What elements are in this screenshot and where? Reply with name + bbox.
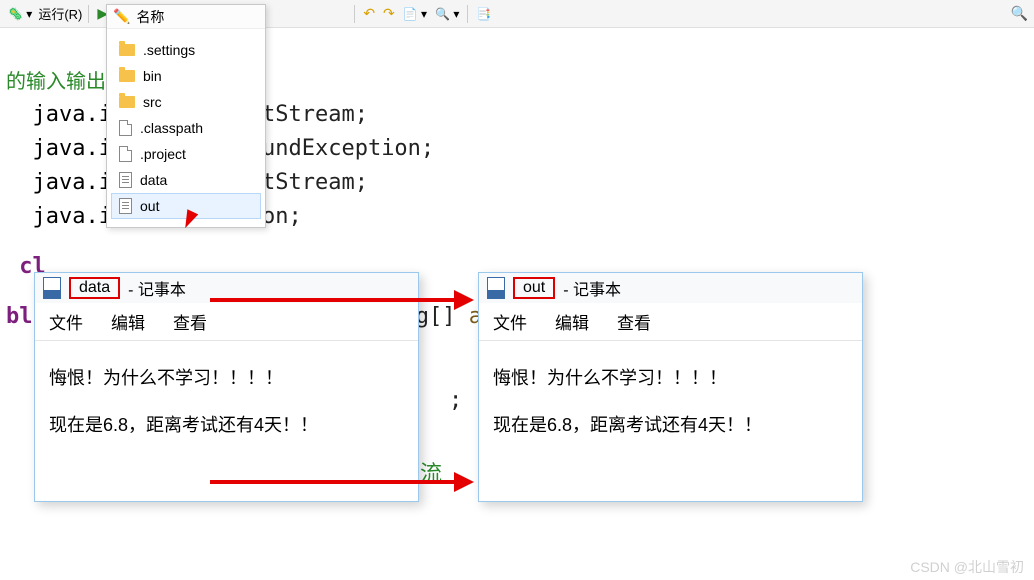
menu-run-fragment[interactable]: 运行(R) <box>38 4 82 23</box>
file-icon <box>119 120 132 136</box>
notepad-app-suffix: - 记事本 <box>563 276 621 300</box>
perspective-icon[interactable]: 📄 ▾ <box>401 5 429 23</box>
folder-icon <box>119 96 135 108</box>
file-item-src[interactable]: src <box>111 89 261 115</box>
notepad-out-window[interactable]: out - 记事本 文件 编辑 查看 悔恨！为什么不学习！！！！ 现在是6.8，… <box>478 272 863 502</box>
file-icon <box>119 146 132 162</box>
notepad-menu: 文件 编辑 查看 <box>35 303 418 341</box>
file-dropdown[interactable]: ✏️ 名称 .settings bin src .classpath .proj… <box>106 4 266 228</box>
file-item-bin[interactable]: bin <box>111 63 261 89</box>
folder-icon <box>119 70 135 82</box>
file-item-classpath[interactable]: .classpath <box>111 115 261 141</box>
notepad-data-window[interactable]: data - 记事本 文件 编辑 查看 悔恨！为什么不学习！！！！ 现在是6.8… <box>34 272 419 502</box>
dropdown-header-label: 名称 <box>136 7 164 27</box>
pencil-icon: ✏️ <box>113 8 130 25</box>
notepad-menu: 文件 编辑 查看 <box>479 303 862 341</box>
separator <box>88 5 89 23</box>
separator <box>354 5 355 23</box>
notepad-body[interactable]: 悔恨！为什么不学习！！！！ 现在是6.8，距离考试还有4天！！ <box>479 341 862 463</box>
notepad-icon <box>487 277 505 299</box>
notepad-line: 现在是6.8，距离考试还有4天！！ <box>493 402 848 449</box>
search-doc-icon[interactable]: 🔍 ▾ <box>433 5 461 23</box>
menu-view[interactable]: 查看 <box>617 309 651 334</box>
notepad-icon <box>43 277 61 299</box>
text-file-icon <box>119 198 132 214</box>
notepad-titlebar[interactable]: data - 记事本 <box>35 273 418 303</box>
notepad-line: 悔恨！为什么不学习！！！！ <box>493 355 848 402</box>
notepad-app-suffix: - 记事本 <box>128 276 186 300</box>
menu-view[interactable]: 查看 <box>173 309 207 334</box>
file-item-settings[interactable]: .settings <box>111 37 261 63</box>
dropdown-header: ✏️ 名称 <box>107 5 265 29</box>
menu-edit[interactable]: 编辑 <box>555 309 589 334</box>
notepad-filename: data <box>69 277 120 299</box>
separator <box>467 5 468 23</box>
debug-icon[interactable]: 🦠 ▾ <box>6 5 34 23</box>
folder-icon <box>119 44 135 56</box>
notepad-body[interactable]: 悔恨！为什么不学习！！！！ 现在是6.8，距离考试还有4天！！ <box>35 341 418 463</box>
menu-edit[interactable]: 编辑 <box>111 309 145 334</box>
watermark: CSDN @北山雪初 <box>910 557 1024 577</box>
file-item-data[interactable]: data <box>111 167 261 193</box>
nav-fwd-icon[interactable]: ↷ <box>381 3 397 24</box>
file-item-project[interactable]: .project <box>111 141 261 167</box>
nav-back-icon[interactable]: ↶ <box>361 3 377 24</box>
menu-file[interactable]: 文件 <box>493 309 527 334</box>
notepad-filename: out <box>513 277 555 299</box>
notepad-titlebar[interactable]: out - 记事本 <box>479 273 862 303</box>
text-file-icon <box>119 172 132 188</box>
search-icon[interactable]: 🔍 <box>1011 5 1028 22</box>
dropdown-list: .settings bin src .classpath .project da… <box>107 29 265 227</box>
menu-file[interactable]: 文件 <box>49 309 83 334</box>
notepad-line: 悔恨！为什么不学习！！！！ <box>49 355 404 402</box>
open-view-icon[interactable]: 📑 <box>474 5 493 23</box>
notepad-line: 现在是6.8，距离考试还有4天！！ <box>49 402 404 449</box>
